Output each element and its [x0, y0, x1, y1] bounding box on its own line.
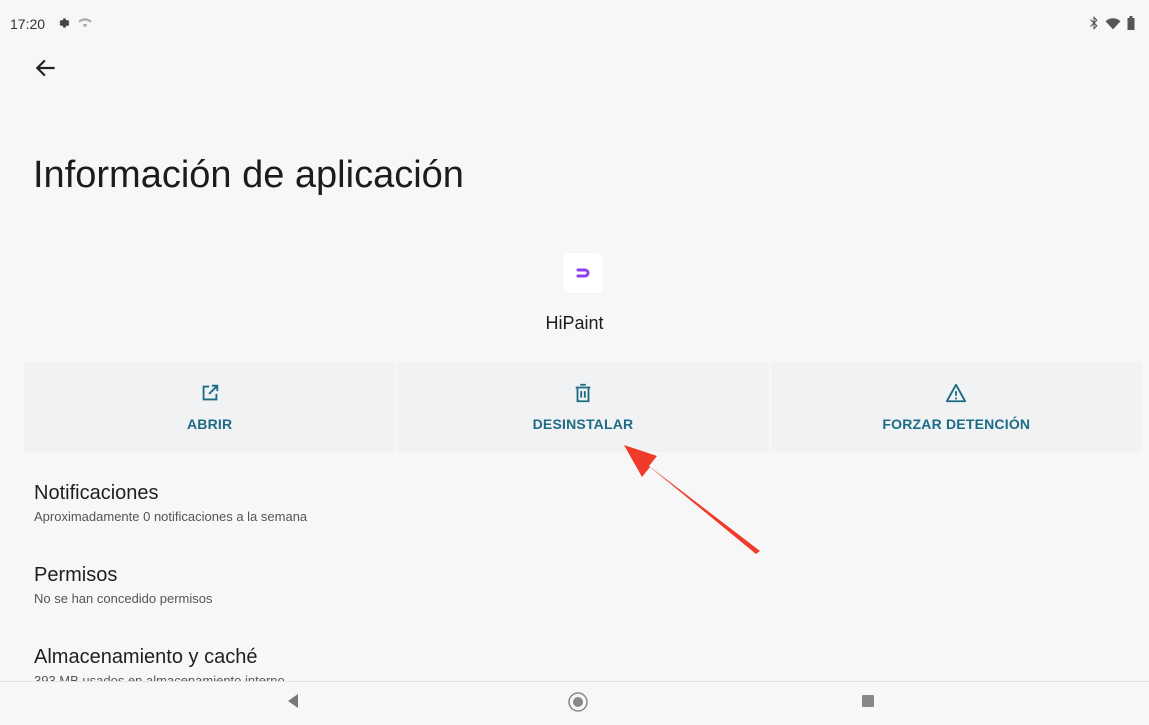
- app-icon: [563, 253, 603, 293]
- status-time: 17:20: [10, 16, 46, 32]
- open-button[interactable]: ABRIR: [24, 362, 396, 452]
- wifi-icon: [1105, 17, 1121, 29]
- app-actions: ABRIR DESINSTALAR FORZAR DETENCIÓN: [24, 362, 1142, 452]
- nav-back-button[interactable]: [286, 692, 300, 715]
- recents-square-icon: [862, 695, 874, 707]
- back-triangle-icon: [288, 694, 298, 708]
- setting-subtitle: Aproximadamente 0 notificaciones a la se…: [34, 509, 308, 524]
- permissions-setting[interactable]: Permisos No se han concedido permisos: [34, 564, 213, 606]
- open-button-label: ABRIR: [186, 416, 233, 432]
- wifi-signal-icon: [78, 18, 92, 28]
- battery-icon: [1127, 16, 1135, 30]
- settings-gear-icon: [59, 18, 70, 28]
- status-bar: 17:20: [0, 10, 1149, 40]
- app-name: HiPaint: [545, 313, 604, 333]
- hipaint-logo-icon: [576, 268, 590, 278]
- force-stop-button-label: FORZAR DETENCIÓN: [882, 416, 1031, 432]
- back-button[interactable]: [33, 55, 59, 81]
- open-external-icon: [202, 384, 218, 401]
- setting-subtitle: No se han concedido permisos: [34, 591, 213, 606]
- bluetooth-icon: [1090, 16, 1098, 30]
- setting-title: Notificaciones: [34, 482, 159, 504]
- notifications-setting[interactable]: Notificaciones Aproximadamente 0 notific…: [34, 482, 307, 524]
- trash-icon: [575, 383, 591, 403]
- navigation-bar: [0, 681, 1149, 725]
- uninstall-button-label: DESINSTALAR: [532, 416, 634, 432]
- setting-title: Almacenamiento y caché: [34, 646, 258, 668]
- nav-home-button[interactable]: [567, 691, 589, 718]
- home-circle-icon: [568, 692, 588, 712]
- page-title: Información de aplicación: [33, 154, 464, 196]
- setting-title: Permisos: [34, 564, 118, 586]
- arrow-back-icon: [35, 59, 55, 77]
- nav-recents-button[interactable]: [861, 694, 875, 713]
- uninstall-button[interactable]: DESINSTALAR: [397, 362, 769, 452]
- warning-icon: [946, 383, 967, 403]
- force-stop-button[interactable]: FORZAR DETENCIÓN: [770, 362, 1142, 452]
